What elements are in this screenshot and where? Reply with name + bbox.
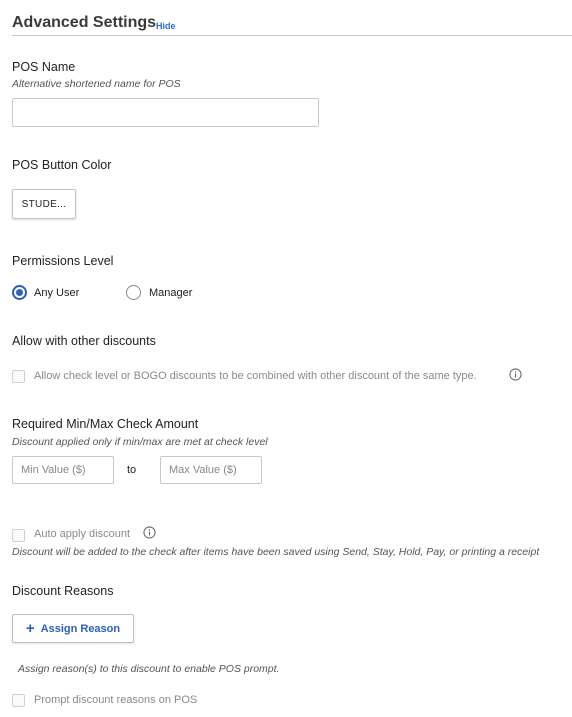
- prompt-reasons-label: Prompt discount reasons on POS: [34, 694, 198, 706]
- radio-any-user-label[interactable]: Any User: [34, 287, 79, 299]
- pos-name-help: Alternative shortened name for POS: [12, 78, 181, 90]
- check-amount-help: Discount applied only if min/max are met…: [12, 436, 268, 448]
- assign-reason-label: Assign Reason: [40, 622, 121, 635]
- auto-apply-help: Discount will be added to the check afte…: [12, 546, 540, 558]
- assign-reason-button[interactable]: + Assign Reason: [12, 614, 134, 643]
- check-amount-label: Required Min/Max Check Amount: [12, 417, 199, 431]
- auto-apply-checkbox[interactable]: [12, 529, 25, 542]
- radio-selected-dot: [16, 289, 23, 296]
- max-value-input[interactable]: [160, 456, 262, 484]
- min-value-input[interactable]: [12, 456, 114, 484]
- header-divider: [12, 35, 572, 36]
- prompt-reasons-checkbox[interactable]: [12, 694, 25, 707]
- auto-apply-label: Auto apply discount: [34, 528, 131, 540]
- section-title: Advanced Settings: [12, 14, 157, 31]
- pos-button-color-label: POS Button Color: [12, 158, 112, 172]
- pos-name-label: POS Name: [12, 60, 76, 74]
- permissions-level-label: Permissions Level: [12, 254, 114, 268]
- assign-reason-help: Assign reason(s) to this discount to ena…: [18, 663, 280, 675]
- discount-reasons-label: Discount Reasons: [12, 584, 114, 598]
- to-label: to: [127, 464, 137, 476]
- pos-button-color-picker[interactable]: STUDE...: [12, 189, 76, 219]
- pos-name-input[interactable]: [12, 98, 319, 127]
- info-icon[interactable]: [509, 368, 522, 381]
- hide-link[interactable]: Hide: [156, 21, 176, 31]
- radio-any-user[interactable]: [12, 285, 27, 300]
- radio-manager[interactable]: [126, 285, 141, 300]
- allow-other-label: Allow with other discounts: [12, 334, 156, 348]
- allow-other-checkbox-label: Allow check level or BOGO discounts to b…: [34, 370, 477, 382]
- allow-other-checkbox[interactable]: [12, 370, 25, 383]
- pos-button-color-text: STUDE...: [21, 198, 67, 210]
- plus-icon: +: [25, 620, 35, 637]
- radio-manager-label[interactable]: Manager: [149, 287, 192, 299]
- info-icon[interactable]: [143, 526, 156, 539]
